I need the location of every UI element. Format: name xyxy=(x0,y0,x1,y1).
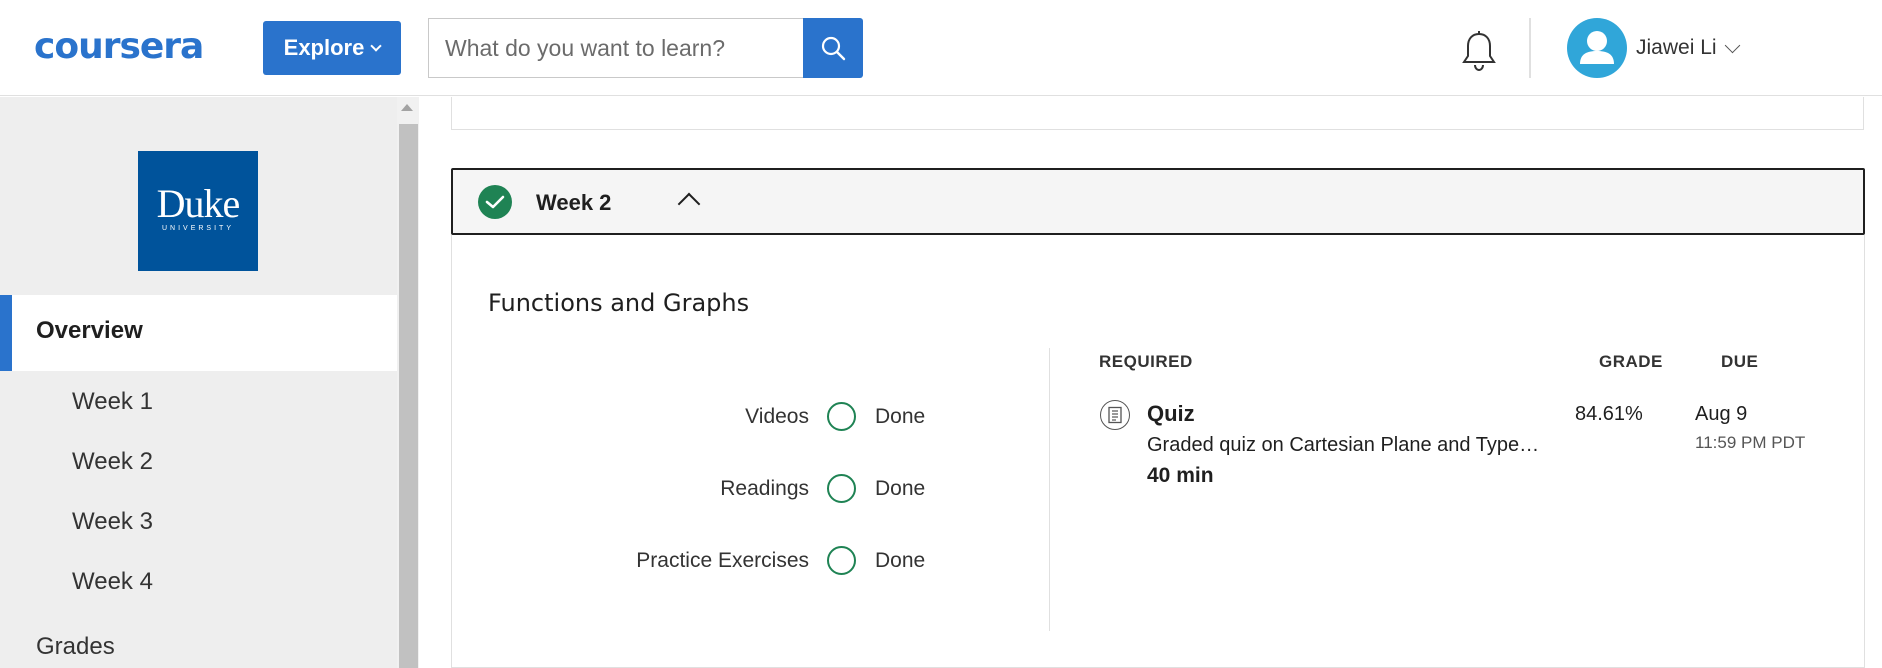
search-button[interactable] xyxy=(803,18,863,78)
stat-status-practice: Done xyxy=(875,549,926,572)
university-logo-main: Duke xyxy=(156,181,241,226)
active-indicator xyxy=(0,295,12,371)
document-lines-icon xyxy=(1108,406,1122,424)
explore-button[interactable]: Explore xyxy=(263,21,401,75)
chevron-down-icon xyxy=(370,40,383,52)
bell-icon[interactable] xyxy=(1461,30,1497,72)
sidebar-item-week-2[interactable]: Week 2 xyxy=(72,448,153,476)
header-divider xyxy=(1529,18,1531,78)
quiz-icon xyxy=(1100,400,1130,430)
column-divider xyxy=(1049,348,1050,631)
chevron-up-icon[interactable] xyxy=(677,192,701,216)
scrollbar-thumb[interactable] xyxy=(399,124,418,668)
sidebar-item-week-3[interactable]: Week 3 xyxy=(72,508,153,536)
status-circle-icon xyxy=(827,402,856,431)
week-title: Week 2 xyxy=(536,190,612,215)
search-placeholder: What do you want to learn? xyxy=(445,34,725,61)
stat-label-practice: Practice Exercises xyxy=(636,549,809,572)
user-icon xyxy=(1580,31,1614,64)
item-description[interactable]: Graded quiz on Cartesian Plane and Types… xyxy=(1147,434,1549,457)
item-type[interactable]: Quiz xyxy=(1147,401,1195,427)
university-logo-sub: UNIVERSITY xyxy=(161,225,234,232)
search-input[interactable]: What do you want to learn? xyxy=(428,18,803,78)
previous-week-card xyxy=(451,97,1864,130)
stat-status-videos: Done xyxy=(875,405,926,428)
completed-badge xyxy=(478,185,512,219)
sidebar-item-week-4[interactable]: Week 4 xyxy=(72,568,153,596)
sidebar-item-week-1[interactable]: Week 1 xyxy=(72,388,153,416)
status-circle-icon xyxy=(827,474,856,503)
column-header-due: DUE xyxy=(1721,352,1759,371)
scroll-up-arrow-icon[interactable] xyxy=(401,104,413,111)
sidebar-item-overview[interactable]: Overview xyxy=(0,295,397,371)
stat-label-readings: Readings xyxy=(720,477,809,500)
week-header[interactable]: Week 2 xyxy=(451,168,1865,235)
item-due-date: Aug 9 xyxy=(1695,403,1748,425)
sidebar-item-grades[interactable]: Grades xyxy=(36,633,115,661)
chevron-down-icon[interactable] xyxy=(1724,37,1741,54)
avatar[interactable] xyxy=(1567,18,1627,78)
checkmark-icon xyxy=(485,195,505,209)
stat-label-videos: Videos xyxy=(745,405,809,428)
search-icon xyxy=(821,36,846,61)
explore-label: Explore xyxy=(283,35,365,60)
top-header: coursera Explore What do you want to lea… xyxy=(0,0,1882,96)
column-header-grade: GRADE xyxy=(1599,352,1663,371)
item-duration: 40 min xyxy=(1147,464,1214,487)
column-header-required: REQUIRED xyxy=(1099,352,1193,371)
user-name[interactable]: Jiawei Li xyxy=(1636,36,1717,60)
item-due-time: 11:59 PM PDT xyxy=(1695,433,1806,452)
status-circle-icon xyxy=(827,546,856,575)
university-logo[interactable]: Duke UNIVERSITY xyxy=(138,151,258,271)
stat-status-readings: Done xyxy=(875,477,926,500)
coursera-logo[interactable]: coursera xyxy=(34,26,204,67)
module-title: Functions and Graphs xyxy=(488,289,750,317)
item-grade: 84.61% xyxy=(1575,403,1643,425)
sidebar-item-label: Overview xyxy=(36,317,143,344)
